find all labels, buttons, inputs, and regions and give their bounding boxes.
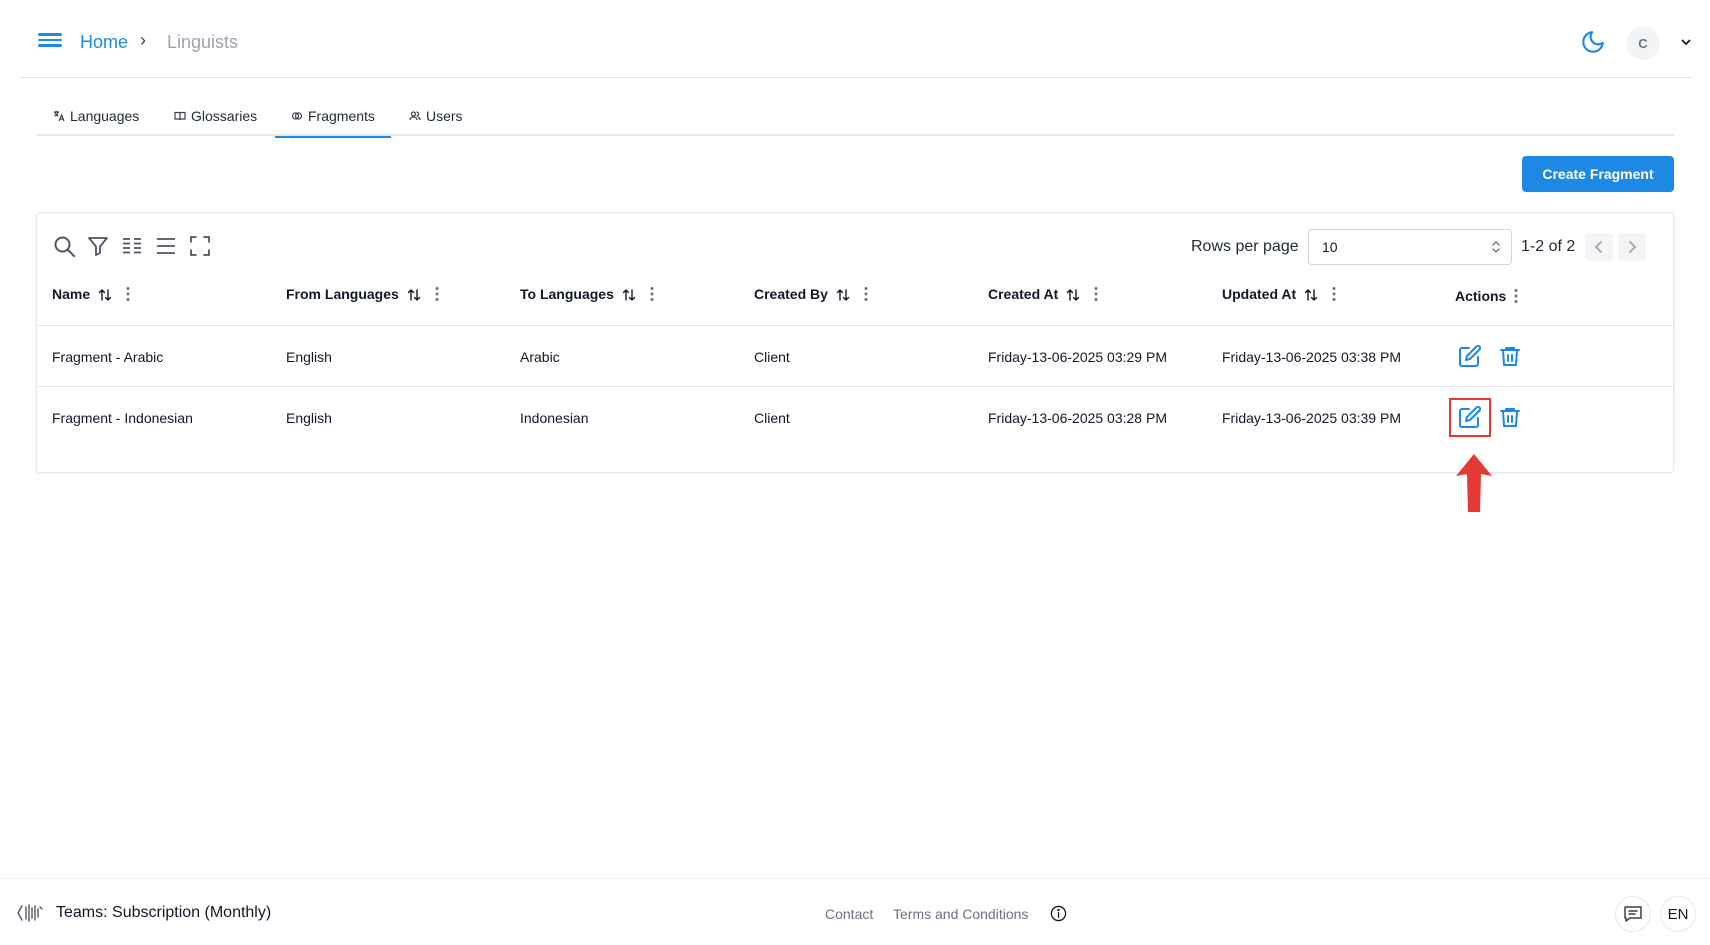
tab-fragments[interactable]: Fragments — [275, 108, 391, 138]
cell-created-at: Friday-13-06-2025 03:28 PM — [988, 410, 1167, 426]
tab-label: Fragments — [308, 108, 375, 124]
cell-from-languages: English — [286, 410, 332, 426]
next-page-button[interactable] — [1618, 233, 1646, 261]
column-header-created-at: Created At — [988, 285, 1098, 302]
table-divider — [37, 325, 1673, 326]
chevron-right-icon — [1629, 241, 1637, 253]
rows-per-page-label: Rows per page — [1191, 238, 1299, 255]
cell-created-by: Client — [754, 349, 790, 365]
terms-link[interactable]: Terms and Conditions — [893, 906, 1028, 922]
pagination-range: 1-2 of 2 — [1521, 238, 1576, 255]
rows-per-page-select[interactable]: 10 — [1308, 229, 1512, 265]
dark-mode-moon-icon[interactable] — [1580, 29, 1606, 55]
chevron-down-icon[interactable] — [1680, 36, 1692, 48]
column-menu-icon[interactable] — [1514, 288, 1518, 304]
edit-icon[interactable] — [1458, 344, 1482, 368]
cell-from-languages: English — [286, 349, 332, 365]
column-label: Updated At — [1222, 285, 1297, 302]
column-label: To Languages — [520, 285, 614, 302]
column-header-created-by: Created By — [754, 285, 868, 302]
search-icon[interactable] — [52, 234, 76, 258]
book-icon — [174, 111, 186, 121]
column-label: Actions — [1455, 288, 1507, 304]
tab-label: Languages — [70, 108, 140, 124]
column-label: Name — [52, 285, 91, 302]
cell-to-languages: Indonesian — [520, 410, 589, 426]
fullscreen-icon[interactable] — [188, 234, 212, 258]
column-menu-icon[interactable] — [864, 286, 868, 302]
column-menu-icon[interactable] — [1094, 286, 1098, 302]
tab-label: Users — [426, 108, 463, 124]
column-header-from-languages: From Languages — [286, 285, 439, 302]
contact-link[interactable]: Contact — [825, 906, 873, 922]
cell-created-at: Friday-13-06-2025 03:29 PM — [988, 349, 1167, 365]
cell-name: Fragment - Indonesian — [52, 410, 193, 426]
delete-trash-icon[interactable] — [1498, 405, 1522, 429]
create-fragment-button[interactable]: Create Fragment — [1522, 156, 1674, 192]
sort-icon[interactable] — [407, 288, 421, 302]
sort-icon[interactable] — [1304, 288, 1318, 302]
delete-trash-icon[interactable] — [1498, 344, 1522, 368]
rows-per-page-value: 10 — [1322, 239, 1338, 255]
column-menu-icon[interactable] — [1332, 286, 1336, 302]
cell-updated-at: Friday-13-06-2025 03:38 PM — [1222, 349, 1401, 365]
column-menu-icon[interactable] — [650, 286, 654, 302]
tab-glossaries[interactable]: Glossaries — [174, 108, 257, 136]
density-icon[interactable] — [154, 234, 178, 258]
cell-to-languages: Arabic — [520, 349, 560, 365]
column-label: Created By — [754, 285, 828, 302]
select-updown-icon — [1492, 241, 1500, 253]
breadcrumb-home[interactable]: Home — [80, 32, 128, 53]
column-header-actions: Actions — [1455, 288, 1518, 304]
column-menu-icon[interactable] — [435, 286, 439, 302]
column-label: Created At — [988, 285, 1059, 302]
column-header-to-languages: To Languages — [520, 285, 654, 302]
red-up-arrow-icon — [1456, 454, 1492, 512]
cell-updated-at: Friday-13-06-2025 03:39 PM — [1222, 410, 1401, 426]
column-header-updated-at: Updated At — [1222, 285, 1336, 302]
top-header: Home › Linguists C — [20, 0, 1692, 78]
language-switcher[interactable]: EN — [1660, 896, 1696, 932]
fragment-icon — [291, 112, 303, 120]
hamburger-menu-icon[interactable] — [38, 30, 62, 54]
tab-label: Glossaries — [191, 108, 258, 124]
info-icon[interactable] — [1050, 905, 1067, 922]
chat-button[interactable] — [1615, 896, 1651, 932]
breadcrumb-current: Linguists — [167, 32, 239, 52]
sort-icon[interactable] — [836, 288, 850, 302]
columns-icon[interactable] — [120, 234, 144, 258]
user-avatar[interactable]: C — [1626, 26, 1660, 60]
users-icon — [409, 111, 421, 121]
subscription-plan: Teams: Subscription (Monthly) — [56, 904, 272, 921]
previous-page-button[interactable] — [1585, 233, 1613, 261]
column-label: From Languages — [286, 285, 399, 302]
tab-languages[interactable]: Languages — [53, 108, 139, 136]
filter-icon[interactable] — [86, 234, 110, 258]
translate-icon — [54, 111, 65, 122]
chevron-right-icon: › — [140, 30, 146, 50]
tab-users[interactable]: Users — [409, 108, 463, 136]
chevron-left-icon — [1594, 241, 1602, 253]
cell-created-by: Client — [754, 410, 790, 426]
sort-icon[interactable] — [622, 288, 636, 302]
sort-icon[interactable] — [1066, 288, 1080, 302]
cell-name: Fragment - Arabic — [52, 349, 164, 365]
section-tabs: Languages Glossaries Fragments Users — [36, 100, 1674, 138]
sort-icon[interactable] — [98, 288, 112, 302]
column-menu-icon[interactable] — [126, 286, 130, 302]
chat-icon — [1624, 906, 1642, 922]
footer: Teams: Subscription (Monthly) Contact Te… — [0, 878, 1710, 945]
column-header-name: Name — [52, 285, 130, 302]
highlight-box — [1449, 398, 1491, 437]
table-divider — [37, 386, 1673, 387]
brand-logo-icon — [17, 904, 43, 922]
